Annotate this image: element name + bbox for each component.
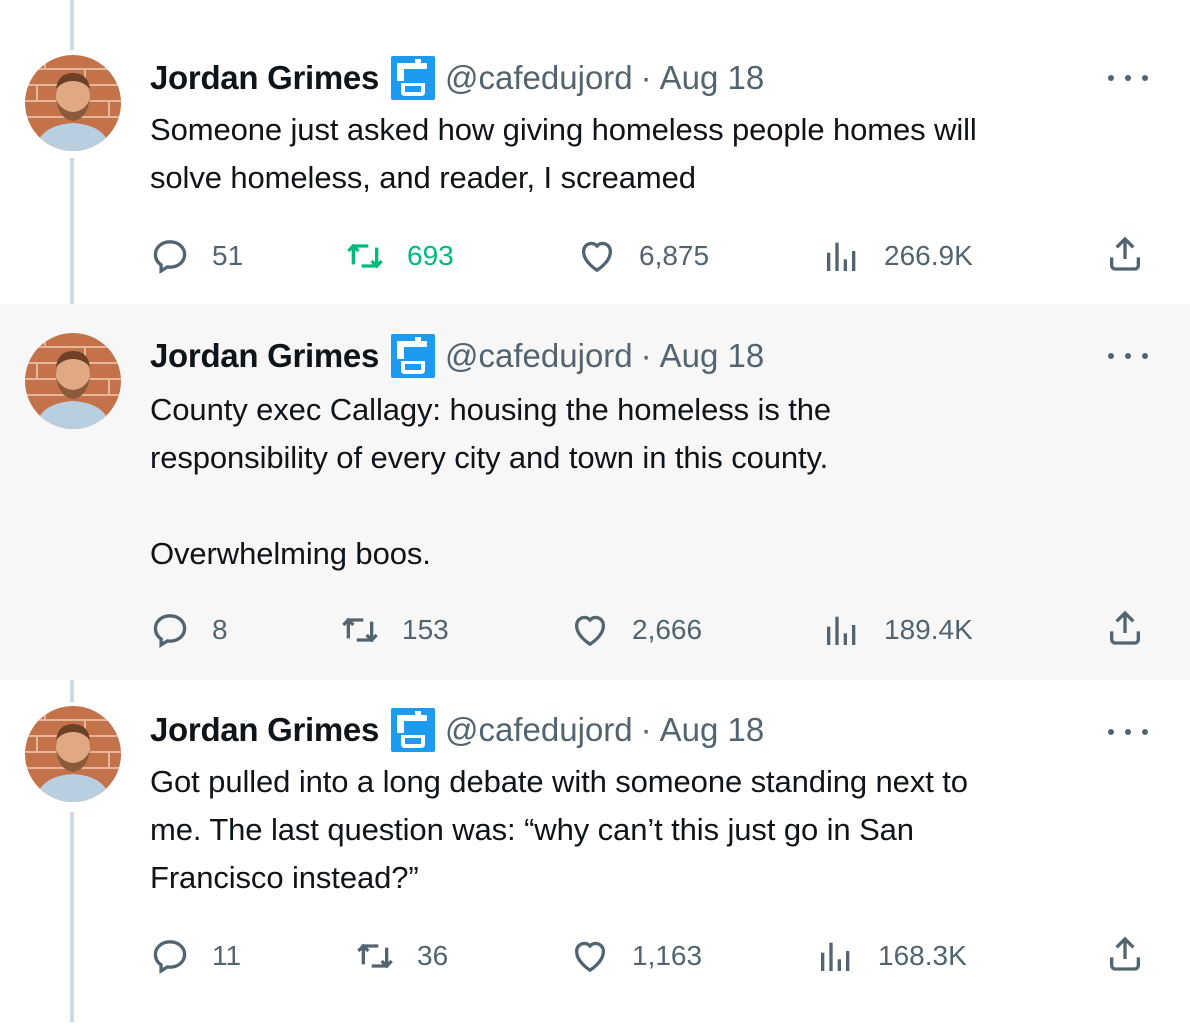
avatar[interactable] (25, 333, 121, 429)
like-button[interactable]: 1,163 (570, 934, 702, 978)
faucet-icon (391, 708, 436, 752)
separator-dot: · (640, 711, 652, 748)
author-name[interactable]: Jordan Grimes (150, 337, 379, 375)
retweet-count: 153 (402, 614, 449, 645)
views-count: 189.4K (884, 614, 973, 645)
tweet[interactable]: Jordan Grimes @cafedujord · Aug 18 Someo… (0, 0, 1190, 304)
views-icon (821, 942, 850, 971)
faucet-icon (391, 56, 436, 100)
retweet-button[interactable]: 153 (340, 608, 449, 652)
more-options-icon[interactable] (1108, 346, 1148, 366)
share-button[interactable] (1105, 234, 1145, 279)
views-icon (827, 242, 856, 271)
reply-count: 8 (212, 614, 228, 645)
avatar[interactable] (25, 55, 121, 151)
tweet-text: Someone just asked how giving homeless p… (150, 112, 977, 195)
separator-dot: · (640, 337, 652, 374)
reply-button[interactable]: 8 (150, 608, 228, 652)
retweet-button[interactable]: 36 (355, 934, 448, 978)
tweet-text: County exec Callagy: housing the homeles… (150, 392, 832, 571)
tweet-date[interactable]: Aug 18 (660, 59, 765, 97)
share-icon (1110, 610, 1140, 645)
tweet[interactable]: Jordan Grimes @cafedujord · Aug 18 Count… (0, 304, 1190, 680)
retweet-count: 36 (417, 940, 449, 971)
like-button[interactable]: 2,666 (570, 608, 702, 652)
views-button[interactable]: 168.3K (816, 934, 967, 978)
heart-icon (575, 941, 605, 973)
reply-button[interactable]: 51 (150, 234, 243, 278)
retweet-icon (347, 243, 383, 269)
retweet-icon (342, 617, 378, 643)
share-icon (1110, 236, 1140, 271)
retweet-count: 693 (407, 240, 454, 271)
views-button[interactable]: 189.4K (822, 608, 973, 652)
tweet-text: Got pulled into a long debate with someo… (150, 764, 968, 895)
share-icon (1110, 936, 1140, 971)
like-count: 6,875 (639, 240, 710, 271)
tweet-actions: 11 36 1,163 168.3K (150, 934, 1145, 978)
author-handle[interactable]: @cafedujord (445, 59, 633, 97)
more-options-icon[interactable] (1108, 722, 1148, 742)
more-options-icon[interactable] (1108, 68, 1148, 88)
like-count: 2,666 (632, 614, 703, 645)
views-count: 266.9K (884, 240, 973, 271)
tweet-date[interactable]: Aug 18 (660, 337, 765, 375)
author-handle[interactable]: @cafedujord (445, 337, 633, 375)
like-count: 1,163 (632, 940, 703, 971)
author-name[interactable]: Jordan Grimes (150, 59, 379, 97)
views-icon (827, 616, 856, 645)
heart-icon (575, 615, 605, 647)
share-button[interactable] (1105, 608, 1145, 653)
tweet-actions: 8 153 2,666 189.4K (150, 608, 1145, 652)
reply-count: 51 (212, 240, 244, 271)
tweet-header: Jordan Grimes @cafedujord · Aug 18 (150, 334, 764, 378)
tweet[interactable]: Jordan Grimes @cafedujord · Aug 18 Got p… (0, 680, 1190, 1030)
share-button[interactable] (1105, 934, 1145, 979)
reply-icon (153, 614, 187, 648)
like-button[interactable]: 6,875 (577, 234, 709, 278)
tweet-header: Jordan Grimes @cafedujord · Aug 18 (150, 56, 764, 100)
reply-button[interactable]: 11 (150, 934, 241, 978)
tweet-actions: 51 693 6,875 266.9K (150, 234, 1145, 278)
tweet-date[interactable]: Aug 18 (660, 711, 765, 749)
separator-dot: · (640, 59, 652, 96)
reply-icon (153, 240, 187, 274)
views-count: 168.3K (878, 940, 967, 971)
author-handle[interactable]: @cafedujord (445, 711, 633, 749)
heart-icon (582, 241, 612, 273)
author-name[interactable]: Jordan Grimes (150, 711, 379, 749)
faucet-icon (391, 334, 436, 378)
reply-count: 11 (212, 940, 242, 971)
views-button[interactable]: 266.9K (822, 234, 973, 278)
retweet-button[interactable]: 693 (345, 234, 454, 278)
avatar[interactable] (25, 706, 121, 802)
tweet-header: Jordan Grimes @cafedujord · Aug 18 (150, 708, 764, 752)
reply-icon (153, 940, 187, 974)
retweet-icon (357, 943, 393, 969)
